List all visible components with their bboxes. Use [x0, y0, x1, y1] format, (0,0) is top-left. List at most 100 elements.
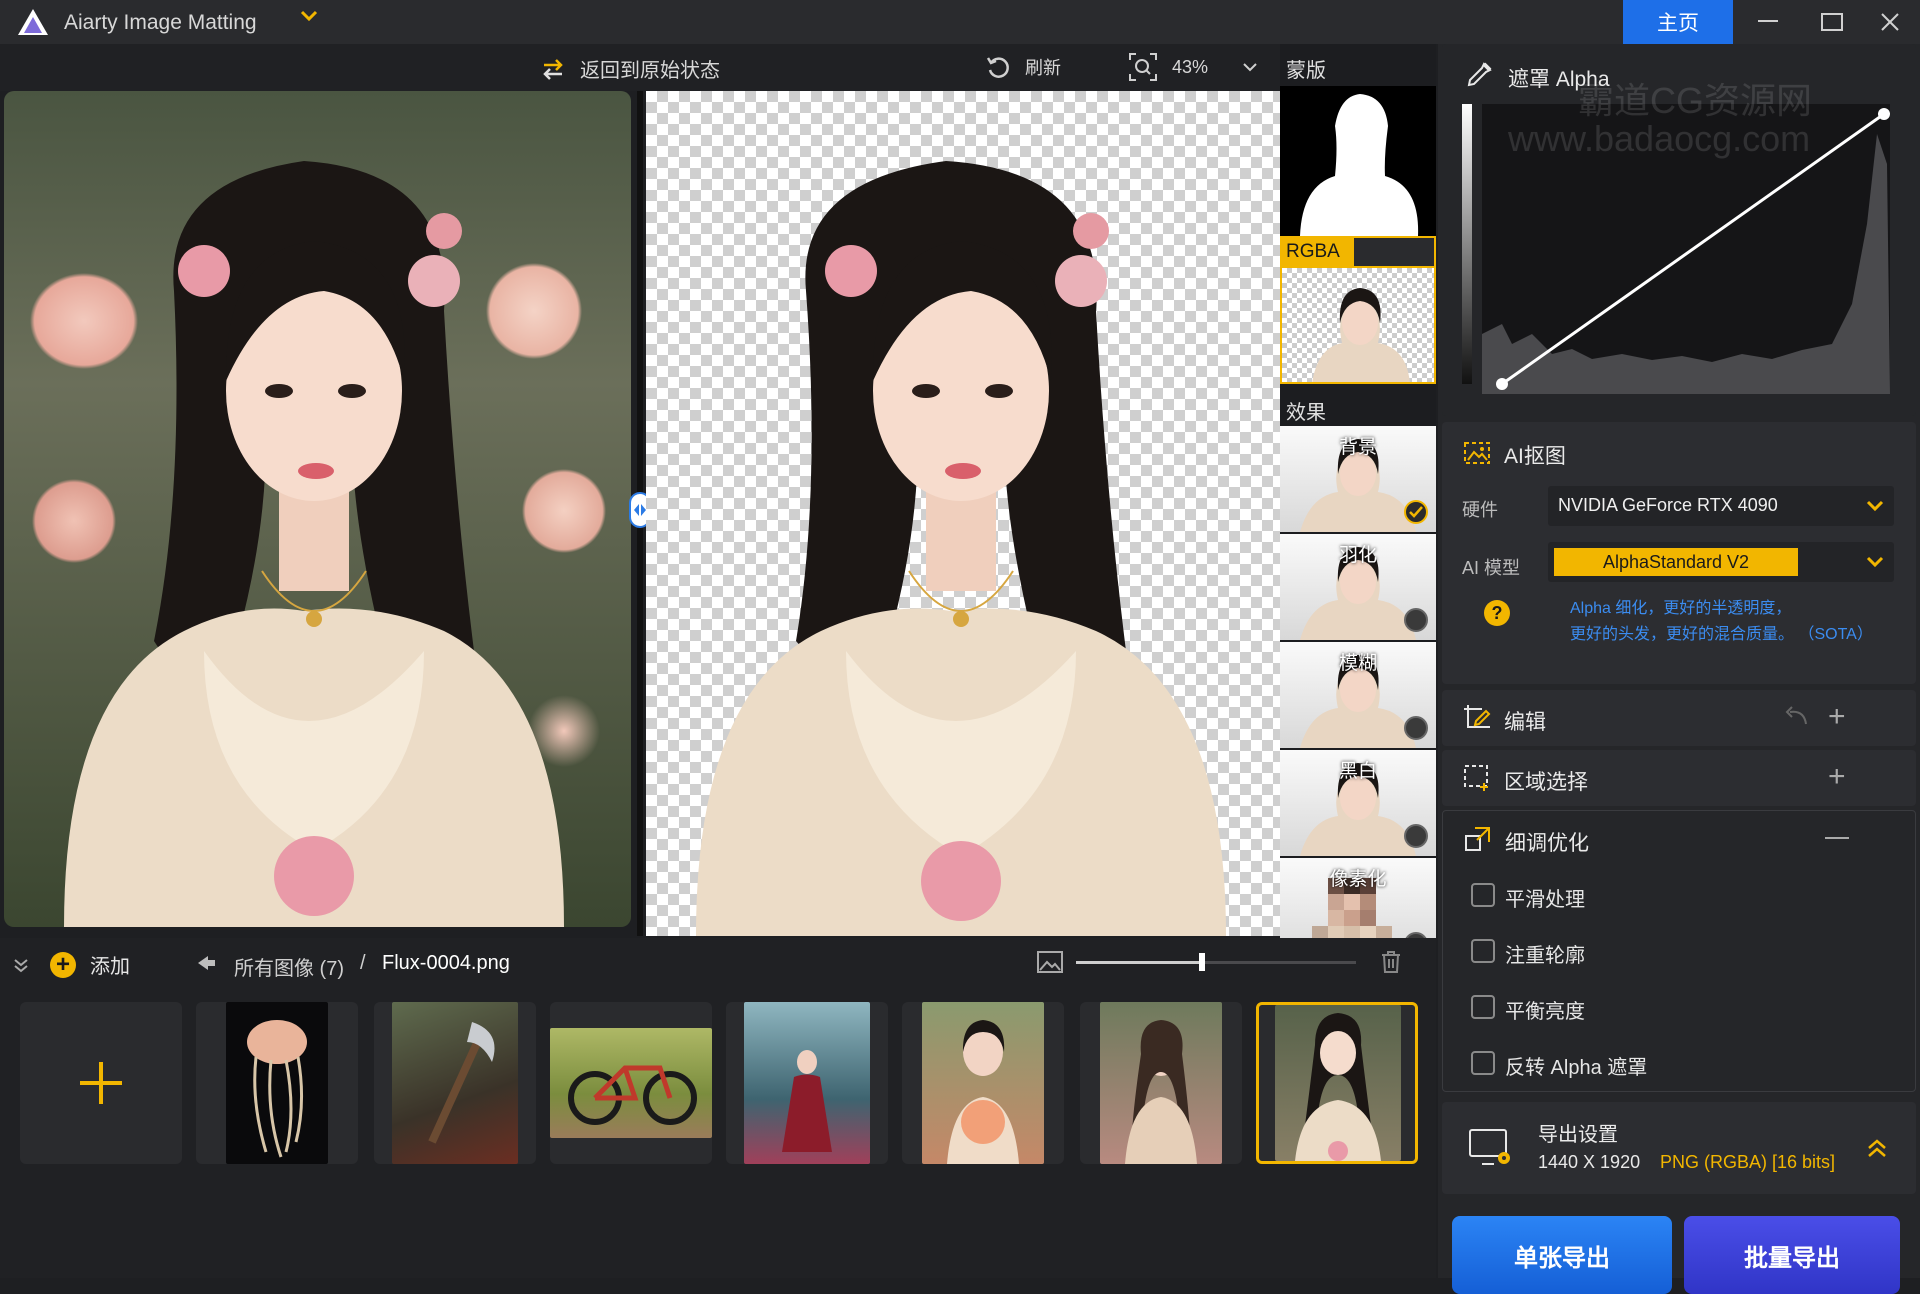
plus-icon[interactable]: + [1828, 702, 1846, 732]
edit-section[interactable]: 编辑 + [1442, 690, 1916, 746]
current-file-name: Flux-0004.png [382, 952, 510, 974]
trash-icon[interactable] [1380, 950, 1402, 974]
minus-icon[interactable] [1825, 837, 1849, 841]
home-button[interactable]: 主页 [1623, 0, 1733, 44]
app-logo-icon [18, 9, 48, 35]
all-images-breadcrumb[interactable]: 所有图像 (7) [234, 952, 344, 981]
zoom-control[interactable]: 43% [1128, 52, 1258, 82]
model-value: AlphaStandard V2 [1554, 548, 1798, 576]
portrait-original-image [64, 161, 564, 927]
refresh-icon [986, 57, 1009, 78]
rgba-tab[interactable]: RGBA [1280, 236, 1436, 268]
contour-checkbox[interactable] [1471, 939, 1495, 963]
drag-arrows-icon [634, 504, 646, 516]
app-title: Aiarty Image Matting [64, 11, 257, 34]
effect-black-white-label: 黑白 [1338, 761, 1377, 782]
effect-black-white[interactable]: 黑白 [1280, 750, 1436, 856]
effect-blur[interactable]: 模糊 [1280, 642, 1436, 748]
chevron-down-icon[interactable] [300, 10, 318, 22]
model-description-line1: Alpha 细化，更好的半透明度， [1570, 600, 1792, 617]
preview-toolbar: 返回到原始状态 刷新 43% [0, 44, 1282, 91]
export-format: PNG (RGBA) [16 bits] [1660, 1152, 1836, 1172]
edit-title: 编辑 [1504, 711, 1546, 734]
region-select-section[interactable]: 区域选择 + [1442, 750, 1916, 806]
refine-icon [1465, 827, 1490, 851]
hardware-value: NVIDIA GeForce RTX 4090 [1558, 495, 1778, 515]
thumbnail-girl-flowers [1100, 1002, 1222, 1164]
add-circle-icon: + [50, 951, 76, 978]
thumbnail-card[interactable] [374, 1002, 536, 1164]
back-arrow-icon[interactable] [196, 954, 216, 972]
minimize-icon[interactable] [1740, 0, 1796, 44]
thumbnail-card[interactable] [726, 1002, 888, 1164]
close-icon[interactable] [1862, 0, 1918, 44]
refresh-button[interactable]: 刷新 [985, 54, 1061, 80]
monitor-settings-icon [1469, 1129, 1510, 1165]
thumbnail-card[interactable] [1080, 1002, 1242, 1164]
zoom-icon [1129, 53, 1157, 81]
original-image-canvas[interactable] [4, 91, 631, 927]
invert-alpha-checkbox[interactable] [1471, 1051, 1495, 1075]
model-select[interactable]: AlphaStandard V2 [1548, 542, 1894, 582]
mask-silhouette [1300, 94, 1419, 236]
mask-thumbnail[interactable] [1280, 86, 1436, 236]
thumbnail-card[interactable] [196, 1002, 358, 1164]
refine-title: 细调优化 [1505, 832, 1589, 855]
thumbnail-red-dress-forest [744, 1002, 870, 1164]
image-size-icon [1037, 951, 1063, 973]
help-question-icon[interactable]: ? [1484, 600, 1510, 626]
thumbnail-card-selected[interactable] [1256, 1002, 1418, 1164]
thumbnail-card[interactable] [902, 1002, 1064, 1164]
ai-matting-title: AI抠图 [1504, 445, 1566, 468]
rgba-preview [1312, 288, 1410, 382]
thumbnail-card[interactable] [550, 1002, 712, 1164]
thumbnail-girl-peony [922, 1002, 1044, 1164]
thumbnail-bicycle [550, 1028, 712, 1138]
export-settings-section[interactable]: 导出设置 1440 X 1920 PNG (RGBA) [16 bits] [1442, 1102, 1916, 1194]
radio-circle-icon [1404, 608, 1428, 632]
reset-button[interactable]: 返回到原始状态 [540, 54, 720, 83]
brightness-checkbox[interactable] [1471, 995, 1495, 1019]
batch-export-button[interactable]: 批量导出 [1684, 1216, 1900, 1294]
add-image-card[interactable] [20, 1002, 182, 1164]
alpha-gradient-bar [1462, 104, 1472, 384]
region-select-icon [1464, 765, 1488, 791]
effect-feather-label: 羽化 [1338, 545, 1377, 566]
thumbnail-size-slider[interactable] [1076, 953, 1356, 971]
title-bar: Aiarty Image Matting 主页 [0, 0, 1920, 44]
result-image-canvas[interactable] [646, 91, 1280, 936]
thumbnail-flux-0004 [1275, 1005, 1401, 1161]
edit-crop-icon [1464, 705, 1491, 728]
region-select-title: 区域选择 [1504, 771, 1588, 794]
eyedropper-icon[interactable] [1464, 60, 1494, 90]
collapse-chevron-icon[interactable] [12, 956, 30, 974]
brightness-label: 平衡亮度 [1505, 1001, 1585, 1023]
refine-section: 细调优化 平滑处理 注重轮廓 平衡亮度 反转 Alpha 遮罩 [1442, 810, 1916, 1092]
refresh-label: 刷新 [1025, 58, 1061, 78]
zoom-value: 43% [1172, 56, 1209, 77]
model-description-line2: 更好的头发，更好的混合质量。 （SOTA） [1570, 626, 1873, 643]
effect-background[interactable]: 背景 [1280, 426, 1436, 532]
single-export-button[interactable]: 单张导出 [1452, 1216, 1672, 1294]
mask-effects-strip: 蒙版 RGBA 效果 背景 羽化 模糊 黑白 像素化 [1280, 44, 1436, 964]
hardware-select[interactable]: NVIDIA GeForce RTX 4090 [1548, 486, 1894, 526]
plus-icon[interactable]: + [1828, 762, 1846, 792]
radio-circle-icon [1404, 716, 1428, 740]
slider-knob[interactable] [1199, 953, 1205, 971]
hardware-label: 硬件 [1462, 500, 1498, 520]
effect-feather[interactable]: 羽化 [1280, 534, 1436, 640]
maximize-icon[interactable] [1804, 0, 1860, 44]
undo-icon[interactable] [1782, 706, 1810, 728]
check-icon [1404, 500, 1428, 524]
add-label: 添加 [90, 956, 130, 978]
zoom-chevron-down-icon[interactable] [1242, 62, 1258, 72]
effects-label: 效果 [1286, 402, 1326, 424]
smooth-checkbox[interactable] [1471, 883, 1495, 907]
mask-label: 蒙版 [1286, 60, 1326, 82]
rgba-thumbnail[interactable] [1280, 268, 1436, 384]
chevron-up-double-icon[interactable] [1866, 1138, 1888, 1160]
chevron-down-icon [1866, 556, 1884, 568]
breadcrumb-separator: / [360, 952, 366, 974]
add-image-button[interactable]: + 添加 [50, 950, 130, 979]
export-dimensions: 1440 X 1920 [1538, 1152, 1641, 1172]
